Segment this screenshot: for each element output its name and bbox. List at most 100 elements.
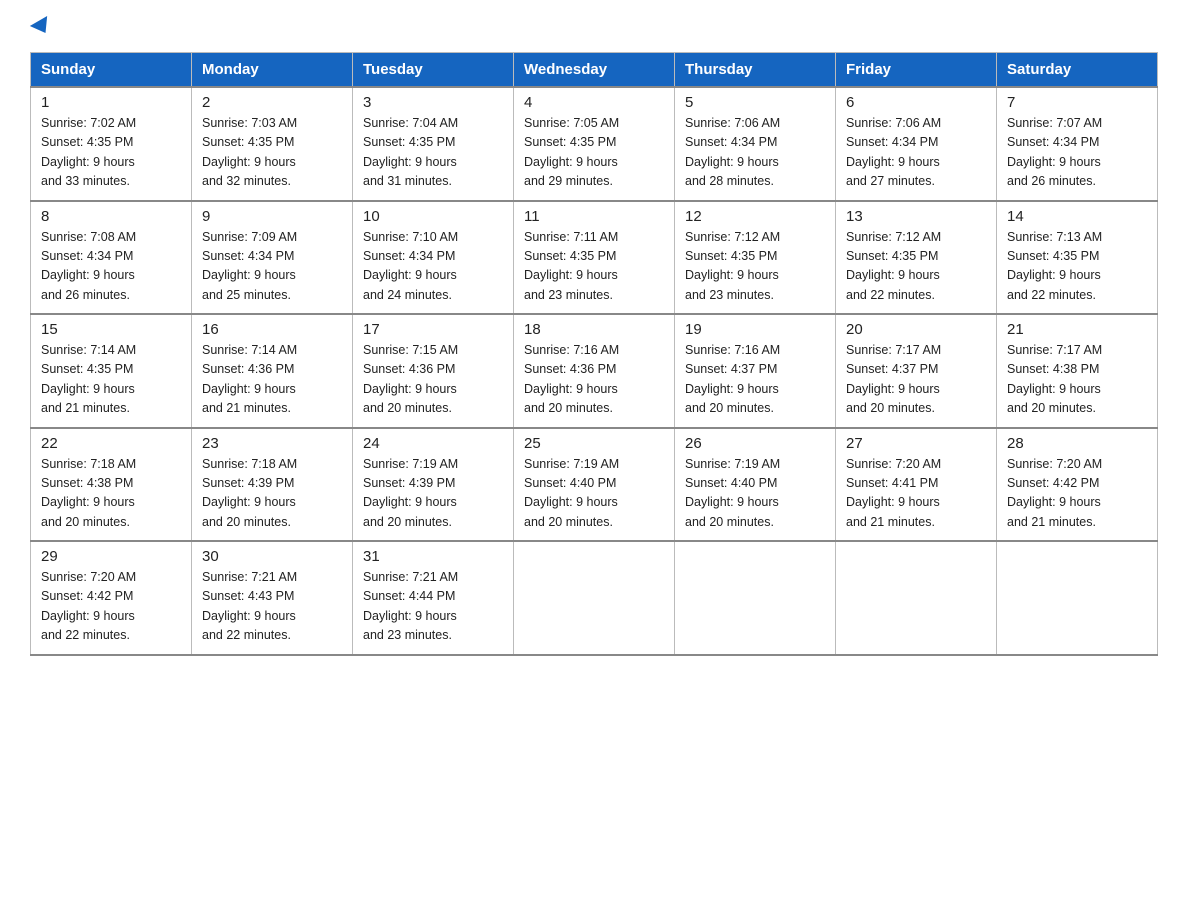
calendar-week-row: 29 Sunrise: 7:20 AMSunset: 4:42 PMDaylig… <box>31 541 1158 655</box>
day-number: 13 <box>846 208 986 225</box>
calendar-cell: 10 Sunrise: 7:10 AMSunset: 4:34 PMDaylig… <box>353 201 514 315</box>
calendar-cell: 28 Sunrise: 7:20 AMSunset: 4:42 PMDaylig… <box>997 428 1158 542</box>
day-number: 1 <box>41 94 181 111</box>
calendar-cell <box>836 541 997 655</box>
calendar-cell <box>675 541 836 655</box>
day-number: 30 <box>202 548 342 565</box>
calendar-cell: 15 Sunrise: 7:14 AMSunset: 4:35 PMDaylig… <box>31 314 192 428</box>
calendar-cell: 29 Sunrise: 7:20 AMSunset: 4:42 PMDaylig… <box>31 541 192 655</box>
day-info: Sunrise: 7:16 AMSunset: 4:36 PMDaylight:… <box>524 343 619 415</box>
day-number: 3 <box>363 94 503 111</box>
day-info: Sunrise: 7:12 AMSunset: 4:35 PMDaylight:… <box>685 230 780 302</box>
day-info: Sunrise: 7:11 AMSunset: 4:35 PMDaylight:… <box>524 230 618 302</box>
day-info: Sunrise: 7:04 AMSunset: 4:35 PMDaylight:… <box>363 116 458 188</box>
day-number: 9 <box>202 208 342 225</box>
day-number: 25 <box>524 435 664 452</box>
day-number: 6 <box>846 94 986 111</box>
day-number: 18 <box>524 321 664 338</box>
calendar-cell: 5 Sunrise: 7:06 AMSunset: 4:34 PMDayligh… <box>675 87 836 201</box>
day-info: Sunrise: 7:07 AMSunset: 4:34 PMDaylight:… <box>1007 116 1102 188</box>
weekday-header-friday: Friday <box>836 53 997 88</box>
calendar-cell <box>514 541 675 655</box>
day-info: Sunrise: 7:20 AMSunset: 4:42 PMDaylight:… <box>1007 457 1102 529</box>
day-info: Sunrise: 7:19 AMSunset: 4:40 PMDaylight:… <box>524 457 619 529</box>
day-number: 22 <box>41 435 181 452</box>
weekday-header-monday: Monday <box>192 53 353 88</box>
calendar-cell: 31 Sunrise: 7:21 AMSunset: 4:44 PMDaylig… <box>353 541 514 655</box>
calendar-cell: 23 Sunrise: 7:18 AMSunset: 4:39 PMDaylig… <box>192 428 353 542</box>
logo <box>30 20 52 34</box>
day-info: Sunrise: 7:21 AMSunset: 4:43 PMDaylight:… <box>202 570 297 642</box>
day-number: 5 <box>685 94 825 111</box>
day-info: Sunrise: 7:10 AMSunset: 4:34 PMDaylight:… <box>363 230 458 302</box>
day-number: 31 <box>363 548 503 565</box>
day-number: 7 <box>1007 94 1147 111</box>
calendar-cell: 26 Sunrise: 7:19 AMSunset: 4:40 PMDaylig… <box>675 428 836 542</box>
calendar-cell: 21 Sunrise: 7:17 AMSunset: 4:38 PMDaylig… <box>997 314 1158 428</box>
calendar-week-row: 15 Sunrise: 7:14 AMSunset: 4:35 PMDaylig… <box>31 314 1158 428</box>
day-info: Sunrise: 7:13 AMSunset: 4:35 PMDaylight:… <box>1007 230 1102 302</box>
day-number: 27 <box>846 435 986 452</box>
day-number: 14 <box>1007 208 1147 225</box>
day-info: Sunrise: 7:03 AMSunset: 4:35 PMDaylight:… <box>202 116 297 188</box>
calendar-cell: 11 Sunrise: 7:11 AMSunset: 4:35 PMDaylig… <box>514 201 675 315</box>
day-number: 21 <box>1007 321 1147 338</box>
day-info: Sunrise: 7:18 AMSunset: 4:39 PMDaylight:… <box>202 457 297 529</box>
day-info: Sunrise: 7:02 AMSunset: 4:35 PMDaylight:… <box>41 116 136 188</box>
calendar-cell: 18 Sunrise: 7:16 AMSunset: 4:36 PMDaylig… <box>514 314 675 428</box>
day-number: 23 <box>202 435 342 452</box>
day-info: Sunrise: 7:17 AMSunset: 4:38 PMDaylight:… <box>1007 343 1102 415</box>
calendar-header-row: SundayMondayTuesdayWednesdayThursdayFrid… <box>31 53 1158 88</box>
day-number: 16 <box>202 321 342 338</box>
day-number: 29 <box>41 548 181 565</box>
calendar-cell: 13 Sunrise: 7:12 AMSunset: 4:35 PMDaylig… <box>836 201 997 315</box>
calendar-cell: 8 Sunrise: 7:08 AMSunset: 4:34 PMDayligh… <box>31 201 192 315</box>
calendar-cell: 27 Sunrise: 7:20 AMSunset: 4:41 PMDaylig… <box>836 428 997 542</box>
weekday-header-thursday: Thursday <box>675 53 836 88</box>
calendar-cell: 16 Sunrise: 7:14 AMSunset: 4:36 PMDaylig… <box>192 314 353 428</box>
calendar-cell: 9 Sunrise: 7:09 AMSunset: 4:34 PMDayligh… <box>192 201 353 315</box>
day-info: Sunrise: 7:06 AMSunset: 4:34 PMDaylight:… <box>846 116 941 188</box>
day-number: 24 <box>363 435 503 452</box>
calendar-cell: 6 Sunrise: 7:06 AMSunset: 4:34 PMDayligh… <box>836 87 997 201</box>
calendar-cell: 14 Sunrise: 7:13 AMSunset: 4:35 PMDaylig… <box>997 201 1158 315</box>
calendar-cell: 19 Sunrise: 7:16 AMSunset: 4:37 PMDaylig… <box>675 314 836 428</box>
day-info: Sunrise: 7:06 AMSunset: 4:34 PMDaylight:… <box>685 116 780 188</box>
day-number: 15 <box>41 321 181 338</box>
day-number: 17 <box>363 321 503 338</box>
calendar-cell: 20 Sunrise: 7:17 AMSunset: 4:37 PMDaylig… <box>836 314 997 428</box>
calendar-cell: 12 Sunrise: 7:12 AMSunset: 4:35 PMDaylig… <box>675 201 836 315</box>
day-info: Sunrise: 7:18 AMSunset: 4:38 PMDaylight:… <box>41 457 136 529</box>
day-number: 10 <box>363 208 503 225</box>
calendar-cell: 1 Sunrise: 7:02 AMSunset: 4:35 PMDayligh… <box>31 87 192 201</box>
day-info: Sunrise: 7:17 AMSunset: 4:37 PMDaylight:… <box>846 343 941 415</box>
day-info: Sunrise: 7:14 AMSunset: 4:35 PMDaylight:… <box>41 343 136 415</box>
day-info: Sunrise: 7:20 AMSunset: 4:42 PMDaylight:… <box>41 570 136 642</box>
day-number: 19 <box>685 321 825 338</box>
day-info: Sunrise: 7:19 AMSunset: 4:40 PMDaylight:… <box>685 457 780 529</box>
day-info: Sunrise: 7:08 AMSunset: 4:34 PMDaylight:… <box>41 230 136 302</box>
day-info: Sunrise: 7:16 AMSunset: 4:37 PMDaylight:… <box>685 343 780 415</box>
day-number: 12 <box>685 208 825 225</box>
day-number: 2 <box>202 94 342 111</box>
calendar-cell: 22 Sunrise: 7:18 AMSunset: 4:38 PMDaylig… <box>31 428 192 542</box>
day-info: Sunrise: 7:15 AMSunset: 4:36 PMDaylight:… <box>363 343 458 415</box>
page-header <box>30 20 1158 34</box>
day-number: 28 <box>1007 435 1147 452</box>
weekday-header-sunday: Sunday <box>31 53 192 88</box>
calendar-cell <box>997 541 1158 655</box>
calendar-cell: 30 Sunrise: 7:21 AMSunset: 4:43 PMDaylig… <box>192 541 353 655</box>
weekday-header-tuesday: Tuesday <box>353 53 514 88</box>
calendar-cell: 25 Sunrise: 7:19 AMSunset: 4:40 PMDaylig… <box>514 428 675 542</box>
day-info: Sunrise: 7:09 AMSunset: 4:34 PMDaylight:… <box>202 230 297 302</box>
day-info: Sunrise: 7:21 AMSunset: 4:44 PMDaylight:… <box>363 570 458 642</box>
day-info: Sunrise: 7:05 AMSunset: 4:35 PMDaylight:… <box>524 116 619 188</box>
calendar-cell: 3 Sunrise: 7:04 AMSunset: 4:35 PMDayligh… <box>353 87 514 201</box>
calendar-cell: 4 Sunrise: 7:05 AMSunset: 4:35 PMDayligh… <box>514 87 675 201</box>
day-info: Sunrise: 7:20 AMSunset: 4:41 PMDaylight:… <box>846 457 941 529</box>
day-number: 26 <box>685 435 825 452</box>
day-info: Sunrise: 7:14 AMSunset: 4:36 PMDaylight:… <box>202 343 297 415</box>
weekday-header-wednesday: Wednesday <box>514 53 675 88</box>
day-number: 20 <box>846 321 986 338</box>
day-info: Sunrise: 7:19 AMSunset: 4:39 PMDaylight:… <box>363 457 458 529</box>
